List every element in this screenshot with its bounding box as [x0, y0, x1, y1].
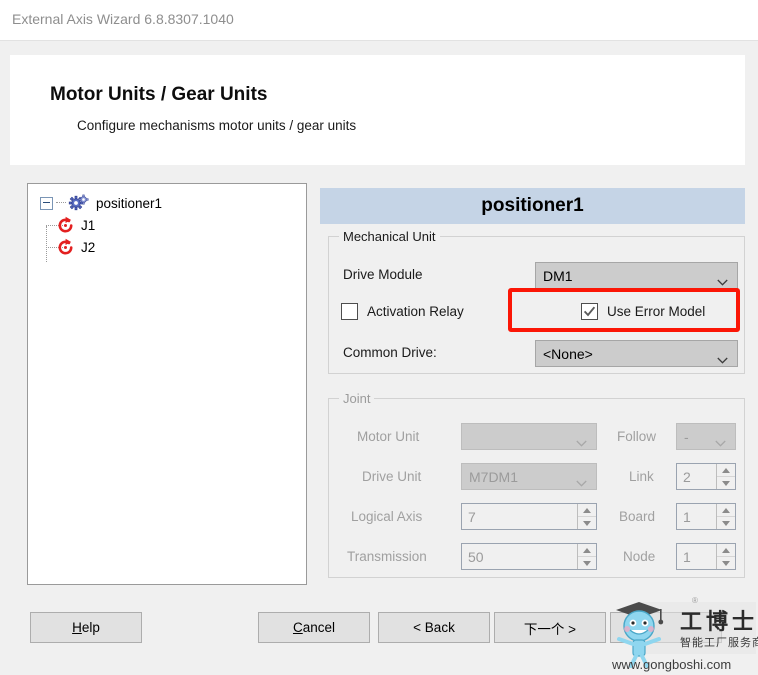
finish-button[interactable] — [610, 612, 722, 643]
common-drive-value: <None> — [543, 345, 593, 362]
common-drive-label: Common Drive: — [343, 345, 437, 360]
spinner-buttons[interactable] — [577, 504, 596, 529]
rotation-axis-icon — [56, 238, 75, 257]
unit-settings-pane: positioner1 Mechanical Unit Drive Module… — [320, 188, 745, 585]
spinner-up-icon[interactable] — [717, 544, 735, 557]
logical-axis-spinner[interactable]: 7 — [461, 503, 597, 530]
transmission-label: Transmission — [347, 549, 427, 564]
motor-unit-label: Motor Unit — [357, 429, 420, 444]
tree-item-label: J2 — [81, 239, 96, 255]
registered-mark: ® — [692, 596, 698, 605]
chevron-down-icon — [717, 273, 728, 286]
help-button[interactable]: Help — [30, 612, 142, 643]
mechanism-tree-panel[interactable]: positioner1 J1 J2 — [27, 183, 307, 585]
spinner-down-icon[interactable] — [578, 557, 596, 569]
link-value: 2 — [683, 468, 691, 485]
follow-value: - — [684, 428, 689, 445]
gear-icon — [68, 194, 90, 212]
spinner-buttons[interactable] — [716, 544, 735, 569]
back-button[interactable]: < Back — [378, 612, 490, 643]
drive-unit-value: M7DM1 — [469, 468, 519, 485]
checkbox-unchecked-icon — [341, 303, 358, 320]
spinner-down-icon[interactable] — [717, 477, 735, 489]
tree-item-label: positioner1 — [96, 195, 163, 211]
drive-unit-combo[interactable]: M7DM1 — [461, 463, 597, 490]
spinner-up-icon[interactable] — [578, 544, 596, 557]
tree-expander-collapse-icon[interactable] — [40, 196, 53, 210]
mechanical-unit-legend: Mechanical Unit — [339, 229, 440, 244]
spinner-down-icon[interactable] — [578, 517, 596, 529]
watermark-url: www.gongboshi.com — [612, 657, 732, 672]
drive-module-label: Drive Module — [343, 267, 423, 282]
mechanical-unit-group: Mechanical Unit Drive Module DM1 Activat… — [328, 229, 745, 374]
chevron-down-icon — [717, 351, 728, 364]
logical-axis-value: 7 — [468, 508, 476, 525]
drive-unit-label: Drive Unit — [362, 469, 422, 484]
next-button-label: 下一个 > — [523, 621, 577, 637]
tree-item-j2[interactable]: J2 — [40, 236, 95, 258]
joint-group: Joint Motor Unit Follow - Drive Unit M7D… — [328, 391, 745, 578]
chevron-down-icon — [576, 474, 587, 487]
title-bar-divider — [0, 40, 758, 41]
link-spinner[interactable]: 2 — [676, 463, 736, 490]
tree-item-j1[interactable]: J1 — [40, 214, 95, 236]
page-title: Motor Units / Gear Units — [50, 84, 268, 105]
window-title: External Axis Wizard 6.8.8307.1040 — [12, 11, 234, 27]
board-spinner[interactable]: 1 — [676, 503, 736, 530]
tree-connector-line — [56, 202, 66, 204]
chevron-down-icon — [576, 434, 587, 447]
follow-label: Follow — [617, 429, 657, 444]
cancel-button[interactable]: Cancel — [258, 612, 370, 643]
use-error-model-label: Use Error Model — [607, 304, 706, 319]
node-value: 1 — [683, 548, 691, 565]
tree-item-label: J1 — [81, 217, 96, 233]
back-button-label: < Back — [413, 620, 455, 635]
node-label: Node — [623, 549, 656, 564]
selected-unit-title: positioner1 — [320, 188, 745, 224]
wizard-header-panel: Motor Units / Gear Units Configure mecha… — [10, 55, 745, 165]
transmission-spinner[interactable]: 50 — [461, 543, 597, 570]
board-label: Board — [619, 509, 656, 524]
drive-module-value: DM1 — [543, 267, 573, 284]
spinner-buttons[interactable] — [716, 504, 735, 529]
follow-combo[interactable]: - — [676, 423, 736, 450]
help-button-label: Help — [72, 620, 100, 635]
activation-relay-label: Activation Relay — [367, 304, 464, 319]
spinner-buttons[interactable] — [716, 464, 735, 489]
rotation-axis-icon — [56, 216, 75, 235]
cancel-button-label: Cancel — [292, 620, 336, 635]
motor-unit-combo[interactable] — [461, 423, 597, 450]
spinner-down-icon[interactable] — [717, 557, 735, 569]
spinner-up-icon[interactable] — [717, 464, 735, 477]
next-button[interactable]: 下一个 > — [494, 612, 606, 643]
spinner-buttons[interactable] — [577, 544, 596, 569]
board-value: 1 — [683, 508, 691, 525]
chevron-down-icon — [715, 434, 726, 447]
use-error-model-checkbox[interactable]: Use Error Model — [581, 303, 705, 320]
joint-legend: Joint — [339, 391, 375, 406]
activation-relay-checkbox[interactable]: Activation Relay — [341, 303, 464, 320]
window-title-bar: External Axis Wizard 6.8.8307.1040 — [0, 0, 758, 41]
spinner-up-icon[interactable] — [717, 504, 735, 517]
common-drive-combo[interactable]: <None> — [535, 340, 738, 367]
checkbox-checked-icon — [581, 303, 598, 320]
spinner-up-icon[interactable] — [578, 504, 596, 517]
tree-item-positioner1[interactable]: positioner1 — [40, 192, 162, 214]
node-spinner[interactable]: 1 — [676, 543, 736, 570]
link-label: Link — [629, 469, 654, 484]
spinner-down-icon[interactable] — [717, 517, 735, 529]
transmission-value: 50 — [468, 548, 484, 565]
page-subtitle: Configure mechanisms motor units / gear … — [77, 118, 357, 133]
drive-module-combo[interactable]: DM1 — [535, 262, 738, 289]
logical-axis-label: Logical Axis — [351, 509, 423, 524]
